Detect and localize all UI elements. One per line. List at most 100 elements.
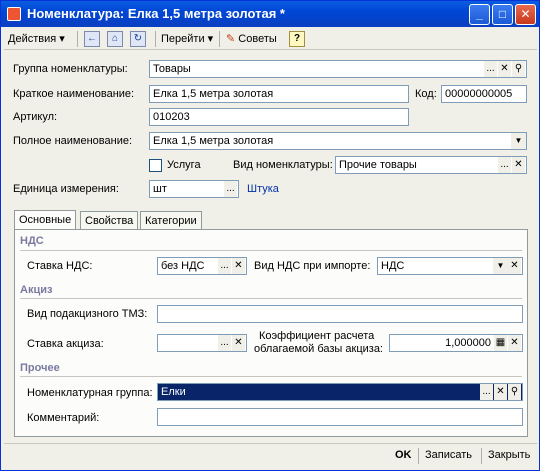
group-value: Товары: [153, 63, 191, 75]
vat-section-title: НДС: [20, 235, 44, 247]
code-label: Код:: [415, 88, 437, 100]
article-label: Артикул:: [13, 111, 58, 123]
window: Номенклатура: Елка 1,5 метра золотая * _…: [0, 0, 540, 471]
full-name-label: Полное наименование:: [13, 135, 133, 147]
vat-import-field[interactable]: НДС ▼ ✕: [377, 257, 523, 275]
coef-clear-icon[interactable]: ✕: [508, 335, 521, 351]
toolbar-separator: [155, 31, 156, 47]
toolbar: Действия ▾ ← ⌂ ↻ Перейти ▾ ✎ Советы ?: [4, 28, 537, 50]
full-name-field[interactable]: Елка 1,5 метра золотая ▼: [149, 132, 527, 150]
short-name-value: Елка 1,5 метра золотая: [153, 88, 274, 100]
bottom-bar: OK Записать Закрыть: [4, 443, 537, 467]
coef-label-line1: Коэффициент расчета: [259, 330, 375, 342]
nom-group-field[interactable]: Елки ... ✕ ⚲: [157, 383, 523, 401]
full-name-dropdown-icon[interactable]: ▼: [511, 133, 526, 149]
excise-type-label: Вид подакцизного ТМЗ:: [27, 308, 148, 320]
group-field[interactable]: Товары ... ✕ ⚲: [149, 60, 527, 78]
group-label: Группа номенклатуры:: [13, 63, 128, 75]
comment-field[interactable]: [157, 408, 523, 426]
vat-rate-value: без НДС: [161, 260, 205, 272]
coef-field[interactable]: 1,000000 ▦ ✕: [389, 334, 523, 352]
unit-field[interactable]: шт ...: [149, 180, 239, 198]
calculator-icon[interactable]: ▦: [494, 335, 507, 351]
nom-group-search-icon[interactable]: ⚲: [508, 384, 521, 400]
tips-icon: ✎: [226, 33, 236, 45]
item-type-select-button[interactable]: ...: [498, 157, 511, 173]
code-field[interactable]: 00000000005: [441, 85, 527, 103]
vat-import-clear-icon[interactable]: ✕: [508, 258, 521, 274]
minimize-button[interactable]: _: [469, 4, 490, 25]
back-arrow-icon[interactable]: ←: [84, 31, 100, 47]
vat-rate-select-button[interactable]: ...: [218, 258, 231, 274]
other-section-title: Прочее: [20, 362, 60, 374]
refresh-icon[interactable]: ↻: [130, 31, 146, 47]
title-bar: Номенклатура: Елка 1,5 метра золотая * _…: [1, 1, 539, 27]
coef-label-line2: облагаемой базы акциза:: [254, 343, 383, 355]
save-button[interactable]: Записать: [425, 449, 472, 461]
nom-group-label: Номенклатурная группа:: [27, 387, 153, 399]
toolbar-separator: [219, 31, 220, 47]
tips-button[interactable]: ✎ Советы: [226, 31, 277, 48]
group-search-icon[interactable]: ⚲: [512, 61, 525, 77]
excise-rate-select-button[interactable]: ...: [218, 335, 231, 351]
short-name-field[interactable]: Елка 1,5 метра золотая: [149, 85, 409, 103]
chevron-down-icon: ▾: [207, 33, 214, 45]
help-icon[interactable]: ?: [289, 31, 305, 47]
tab-categories[interactable]: Категории: [140, 211, 202, 230]
nom-group-clear-icon[interactable]: ✕: [494, 384, 507, 400]
structure-icon[interactable]: ⌂: [107, 31, 123, 47]
vat-import-label: Вид НДС при импорте:: [254, 260, 371, 272]
app-icon: [7, 7, 21, 21]
item-type-label: Вид номенклатуры:: [233, 159, 333, 171]
group-select-button[interactable]: ...: [484, 61, 497, 77]
nom-group-value: Елки: [161, 386, 186, 398]
vat-rate-label: Ставка НДС:: [27, 260, 93, 272]
article-field[interactable]: 010203: [149, 108, 409, 126]
close-window-button[interactable]: ✕: [515, 4, 536, 25]
maximize-button[interactable]: □: [492, 4, 513, 25]
excise-type-field[interactable]: [157, 305, 523, 323]
unit-link[interactable]: Штука: [247, 183, 279, 195]
excise-rate-label: Ставка акциза:: [27, 338, 104, 350]
window-title: Номенклатура: Елка 1,5 метра золотая *: [27, 6, 285, 21]
ok-button[interactable]: OK: [395, 449, 412, 461]
goto-label: Перейти: [161, 33, 205, 45]
service-checkbox[interactable]: [149, 159, 162, 172]
item-type-clear-icon[interactable]: ✕: [512, 157, 525, 173]
tab-main[interactable]: Основные: [14, 210, 77, 230]
coef-value: 1,000000: [445, 337, 491, 349]
bottom-separator: [418, 448, 419, 464]
comment-label: Комментарий:: [27, 412, 100, 424]
vat-rate-field[interactable]: без НДС ... ✕: [157, 257, 247, 275]
group-clear-icon[interactable]: ✕: [498, 61, 511, 77]
chevron-down-icon: ▾: [59, 33, 65, 45]
item-type-value: Прочие товары: [339, 159, 417, 171]
tips-label: Советы: [238, 33, 277, 45]
vat-rate-clear-icon[interactable]: ✕: [232, 258, 245, 274]
excise-section-title: Акциз: [20, 284, 53, 296]
article-value: 010203: [153, 111, 190, 123]
close-button[interactable]: Закрыть: [488, 449, 530, 461]
tab-properties[interactable]: Свойства: [80, 211, 139, 230]
short-name-label: Краткое наименование:: [13, 88, 135, 100]
unit-value: шт: [153, 183, 167, 195]
divider: [20, 376, 522, 377]
excise-rate-clear-icon[interactable]: ✕: [232, 335, 245, 351]
actions-menu[interactable]: Действия ▾: [8, 31, 65, 48]
excise-rate-field[interactable]: ... ✕: [157, 334, 247, 352]
unit-label: Единица измерения:: [13, 183, 119, 195]
divider: [20, 298, 522, 299]
unit-select-button[interactable]: ...: [224, 181, 237, 197]
actions-label: Действия: [8, 33, 57, 45]
divider: [20, 250, 522, 251]
vat-import-dropdown-icon[interactable]: ▼: [493, 258, 508, 274]
item-type-field[interactable]: Прочие товары ... ✕: [335, 156, 527, 174]
vat-import-value: НДС: [381, 260, 405, 272]
code-value: 00000000005: [445, 88, 513, 100]
full-name-value: Елка 1,5 метра золотая: [153, 135, 274, 147]
tab-panel-main: НДС Ставка НДС: без НДС ... ✕ Вид НДС пр…: [14, 229, 528, 437]
toolbar-separator: [77, 31, 78, 47]
service-label: Услуга: [167, 159, 201, 171]
goto-menu[interactable]: Перейти ▾: [161, 31, 213, 48]
nom-group-select-button[interactable]: ...: [480, 384, 493, 400]
